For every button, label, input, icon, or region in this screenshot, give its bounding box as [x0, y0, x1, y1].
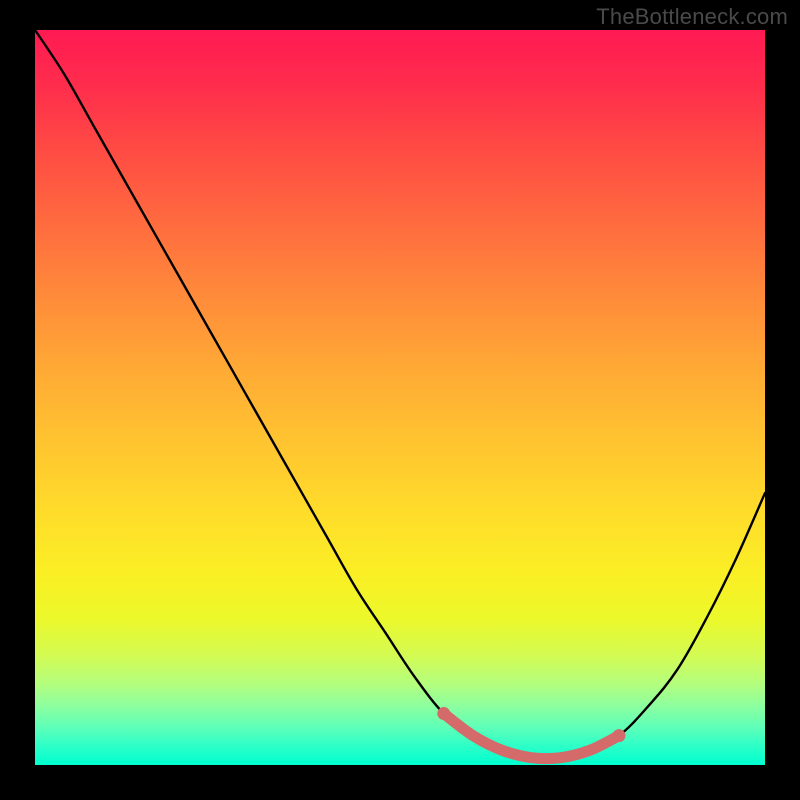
chart-svg: [35, 30, 765, 765]
plot-area: [35, 30, 765, 765]
bottleneck-curve: [35, 30, 765, 759]
chart-frame: TheBottleneck.com: [0, 0, 800, 800]
watermark-text: TheBottleneck.com: [596, 4, 788, 30]
optimal-range-end-dot: [613, 729, 626, 742]
optimal-range-start-dot: [437, 707, 450, 720]
optimal-range-highlight: [444, 714, 619, 759]
